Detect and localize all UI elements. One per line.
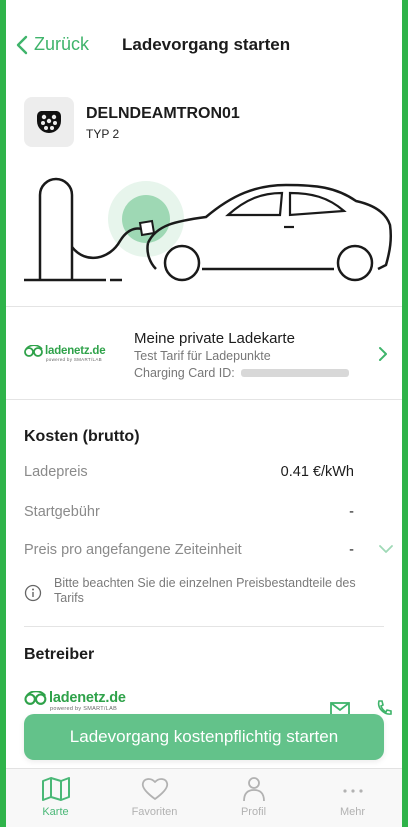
type2-plug-icon xyxy=(24,97,74,147)
card-id: Charging Card ID: xyxy=(134,366,349,380)
card-title: Meine private Ladekarte xyxy=(134,330,295,347)
logo-brand-name: ladenetz.de xyxy=(45,345,106,357)
cost-label: Startgebühr xyxy=(24,504,100,520)
tab-label: Profil xyxy=(240,806,267,818)
card-id-masked-value xyxy=(240,369,349,377)
card-tariff: Test Tarif für Ladepunkte xyxy=(134,349,271,363)
chevron-right-icon xyxy=(379,347,387,361)
connector-type: TYP 2 xyxy=(86,127,120,141)
phone-icon[interactable] xyxy=(376,700,392,716)
navigation-bar: Zurück Ladevorgang starten xyxy=(6,0,402,92)
more-icon xyxy=(342,789,363,793)
tab-favoriten[interactable]: Favoriten xyxy=(105,769,204,827)
start-charging-button[interactable]: Ladevorgang kostenpflichtig starten xyxy=(24,714,384,760)
station-name: DELNDEAMTRON01 xyxy=(86,105,240,122)
ladenetz-logo: ladenetz.de powered by SMART/LAB xyxy=(24,345,106,362)
card-id-label: Charging Card ID: xyxy=(134,366,235,380)
operator-title: Betreiber xyxy=(24,646,95,663)
divider xyxy=(6,399,402,400)
chevron-left-icon xyxy=(16,35,28,54)
tab-label: Favoriten xyxy=(131,806,178,818)
tab-mehr[interactable]: Mehr xyxy=(303,769,402,827)
divider xyxy=(6,306,402,307)
logo-brand-sub: powered by SMART/LAB xyxy=(50,706,118,712)
cost-label: Preis pro angefangene Zeiteinheit xyxy=(24,542,242,558)
tab-bar: Karte Favoriten Profil Mehr xyxy=(6,768,402,827)
cost-value: - xyxy=(349,542,354,558)
back-label: Zurück xyxy=(34,34,90,54)
charging-car-illustration xyxy=(24,177,393,282)
heart-icon xyxy=(141,778,168,800)
plug-logo-icon xyxy=(24,691,47,705)
back-button[interactable]: Zurück xyxy=(16,34,89,55)
tab-label: Mehr xyxy=(339,806,366,818)
screen: Zurück Ladevorgang starten DELNDEAMTRON0… xyxy=(6,0,402,827)
charging-card-row[interactable]: ladenetz.de powered by SMART/LAB Meine p… xyxy=(6,318,402,398)
cost-value: 0.41 €/kWh xyxy=(280,464,354,480)
tab-profil[interactable]: Profil xyxy=(204,769,303,827)
logo-brand-name: ladenetz.de xyxy=(49,690,126,706)
cost-value: - xyxy=(349,504,354,520)
operator-logo: ladenetz.de powered by SMART/LAB xyxy=(24,690,126,712)
chevron-down-icon[interactable] xyxy=(378,544,394,554)
divider xyxy=(24,626,384,627)
map-icon xyxy=(41,777,70,801)
costs-title: Kosten (brutto) xyxy=(24,428,140,445)
page-title: Ladevorgang starten xyxy=(122,35,291,54)
tab-label: Karte xyxy=(42,806,69,818)
person-icon xyxy=(242,777,265,801)
logo-brand-sub: powered by SMART/LAB xyxy=(46,357,102,362)
cost-label: Ladepreis xyxy=(24,464,88,480)
info-icon xyxy=(24,584,42,602)
tariff-note: Bitte beachten Sie die einzelnen Preisbe… xyxy=(54,576,356,605)
tab-karte[interactable]: Karte xyxy=(6,769,105,827)
plug-logo-icon xyxy=(24,345,43,357)
